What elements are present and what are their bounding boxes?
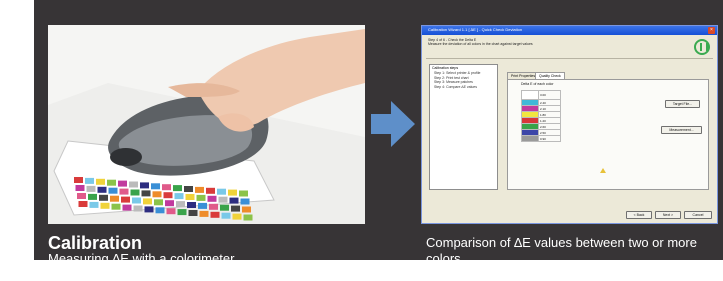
color-patch (184, 186, 193, 192)
calibration-subtitle: Measuring ∆E with a colorimeter. (48, 251, 238, 266)
color-patch (165, 200, 174, 207)
color-patch (163, 192, 173, 199)
color-patch (187, 202, 196, 208)
color-patch (174, 193, 184, 200)
delta-e-table-title: Delta E of each color (521, 82, 554, 86)
measurement-button[interactable]: Measurement... (661, 126, 702, 134)
color-patch (155, 207, 165, 214)
color-patch (229, 197, 239, 204)
color-patch (154, 199, 163, 206)
color-patch (86, 185, 96, 192)
color-patch (119, 188, 129, 195)
colorimeter-photo (48, 25, 365, 224)
color-patch (195, 186, 204, 193)
window-titlebar: Calibration Wizard 1.1 [ ∆E ] - Quick Ch… (422, 26, 717, 35)
color-patch (100, 202, 110, 209)
color-patch (97, 186, 107, 193)
color-patch (185, 194, 195, 200)
color-patch (176, 201, 185, 208)
color-patch (130, 189, 140, 196)
color-patch (99, 194, 108, 201)
color-swatch: CMYK Gray (521, 135, 539, 142)
color-patch (143, 198, 152, 205)
color-patch (111, 203, 121, 210)
color-patch (239, 190, 248, 197)
color-patch (78, 201, 88, 207)
color-patch (133, 205, 143, 212)
color-patch (209, 203, 218, 210)
cancel-button[interactable]: Cancel (684, 211, 712, 219)
color-patch (144, 206, 154, 213)
intro-line: Measure the deviation of all colors in t… (428, 42, 533, 47)
colorimeter-illustration (48, 25, 365, 224)
color-patch (141, 190, 151, 197)
color-patch (166, 208, 176, 215)
color-patch (217, 188, 226, 195)
divider (426, 58, 713, 59)
color-swatch: Max. Delta E (521, 90, 539, 100)
delta-e-value: 0.90 (538, 135, 561, 142)
color-patch (177, 209, 187, 216)
color-patch (232, 213, 242, 220)
color-patch (132, 197, 141, 204)
delta-e-row: Max. Delta E3.00 (521, 90, 561, 100)
warning-icon (600, 168, 606, 173)
color-patch (221, 212, 231, 219)
color-patch (108, 187, 118, 194)
color-patch (152, 191, 162, 198)
color-patch (199, 210, 209, 217)
color-patch (85, 177, 94, 184)
color-patch (75, 185, 85, 191)
color-patch (210, 211, 220, 218)
color-patch (74, 177, 83, 183)
color-patch (218, 196, 228, 203)
color-patch (107, 179, 116, 186)
color-patch (162, 184, 171, 191)
color-patch (96, 178, 105, 185)
next-button[interactable]: Next > (655, 211, 681, 219)
color-patch (243, 214, 253, 221)
color-patch (110, 195, 119, 202)
color-patch (140, 182, 149, 189)
comparison-caption: Comparison of ∆E values between two or m… (426, 235, 697, 266)
close-icon[interactable]: × (708, 27, 715, 34)
color-patch (240, 198, 250, 205)
back-button[interactable]: < Back (626, 211, 652, 219)
color-patch (188, 210, 198, 216)
color-patch (207, 195, 217, 202)
color-patch (88, 193, 97, 200)
color-patch (196, 194, 206, 201)
color-patch (173, 185, 182, 192)
color-patch (228, 189, 237, 196)
color-patch (220, 204, 229, 211)
color-patch (151, 183, 160, 190)
delta-e-value: 3.00 (538, 90, 561, 100)
color-patch (118, 180, 127, 187)
right-arrow-icon (371, 101, 415, 147)
color-patch (242, 206, 251, 213)
color-patch (89, 201, 99, 208)
delta-e-table: Max. Delta E3.00Cyan2.40Magenta2.10Yello… (521, 90, 561, 142)
color-patch (129, 181, 138, 188)
color-patch (231, 205, 240, 212)
wizard-intro: Step 4 of 6 - Check the Delta E Measure … (428, 38, 533, 47)
color-patch (122, 204, 132, 211)
steps-list-item[interactable]: Step 4: Compare ∆E values (430, 85, 497, 90)
color-patch (198, 202, 207, 209)
brand-logo-icon (694, 39, 710, 55)
steps-list[interactable]: Calibration steps Step 1: Select printer… (429, 64, 498, 190)
color-patch (121, 196, 130, 203)
color-patch (77, 193, 86, 199)
software-screenshot: Calibration Wizard 1.1 [ ∆E ] - Quick Ch… (421, 25, 718, 224)
color-patch (206, 187, 215, 194)
window-title: Calibration Wizard 1.1 [ ∆E ] - Quick Ch… (428, 27, 523, 32)
delta-e-row: CMYK Gray0.90 (521, 135, 561, 142)
target-file-button[interactable]: Target File... (665, 100, 700, 108)
